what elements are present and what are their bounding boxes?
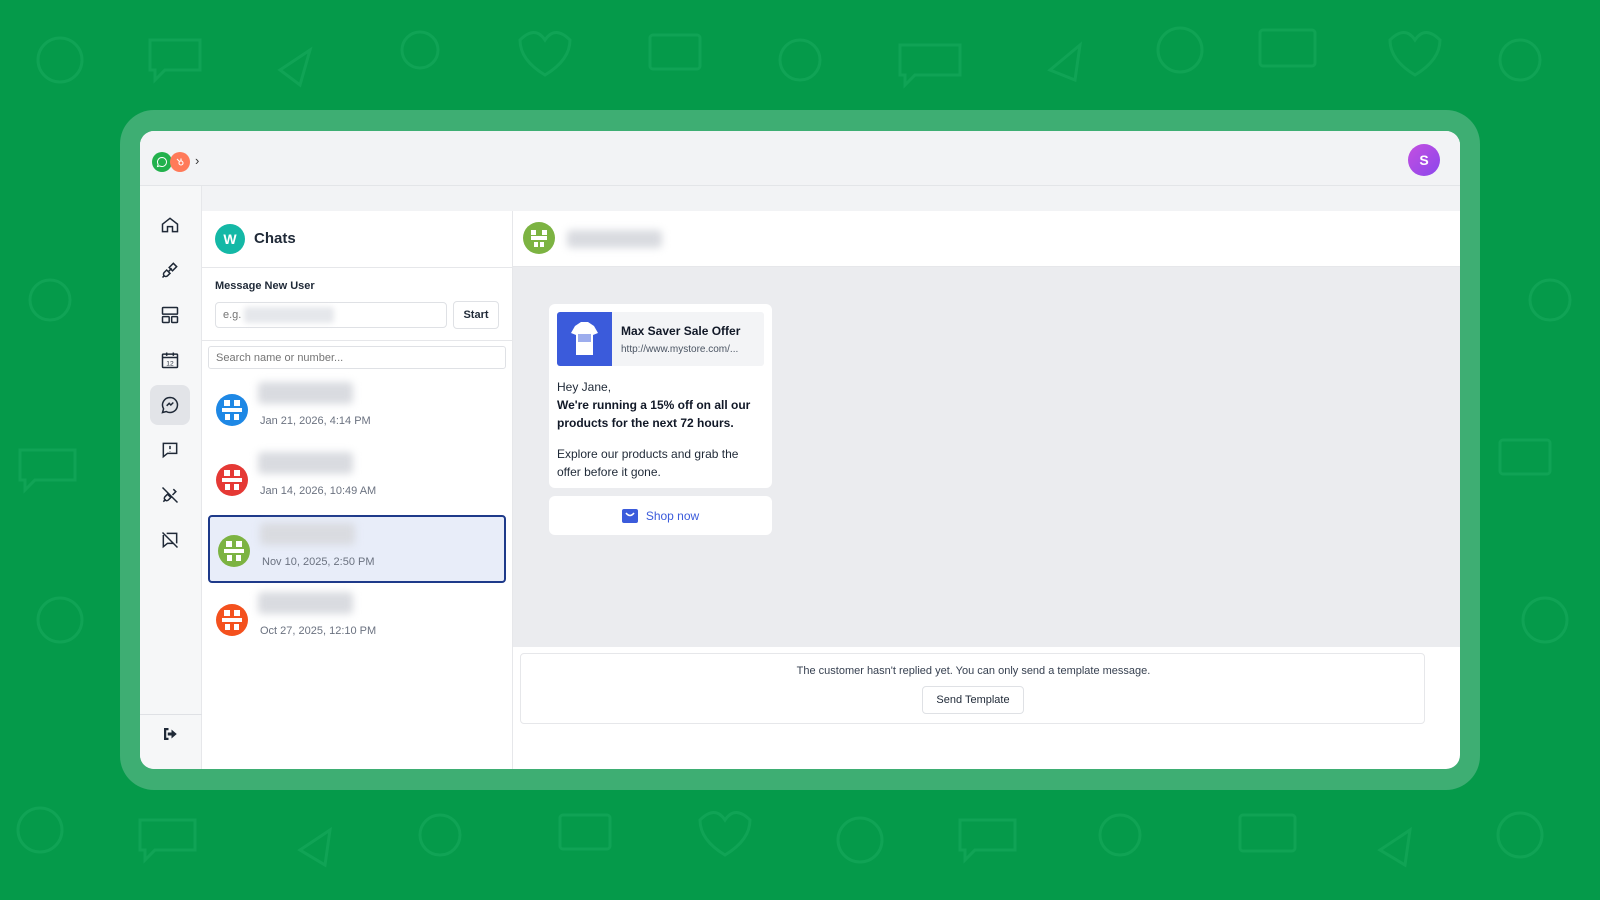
send-template-button[interactable]: Send Template [922, 686, 1024, 714]
expand-chevron-icon[interactable]: › [195, 153, 199, 168]
sidebar-item-logout[interactable] [150, 714, 190, 754]
user-avatar[interactable]: S [1408, 144, 1440, 176]
chat-list-item[interactable]: Nov 10, 2025, 2:50 PM [208, 515, 506, 583]
account-badge: W [215, 224, 245, 254]
sidebar-item-disconnect[interactable] [150, 475, 190, 515]
home-icon [161, 217, 179, 233]
preview-title: Max Saver Sale Offer [621, 324, 741, 338]
chat-timestamp: Jan 14, 2026, 10:49 AM [260, 485, 377, 497]
chats-title: Chats [254, 230, 296, 247]
chats-header: W Chats [202, 211, 513, 268]
message-bold-line-2: products for the next 72 hours. [557, 416, 734, 430]
sidebar-item-home[interactable] [150, 205, 190, 245]
contact-avatar [218, 535, 250, 567]
contact-name [567, 230, 662, 248]
alert-message-icon [162, 442, 178, 459]
sidebar-item-integrations[interactable] [150, 250, 190, 290]
message-off-icon [161, 531, 179, 549]
disconnect-icon [161, 486, 179, 504]
product-image [557, 312, 612, 366]
message-body-line-1: Explore our products and grab the [557, 447, 739, 461]
contact-name [258, 382, 353, 404]
hubspot-icon [170, 152, 190, 172]
chat-timestamp: Oct 27, 2025, 12:10 PM [260, 625, 377, 637]
sidebar: 12 [140, 186, 202, 769]
message-greeting: Hey Jane, [557, 380, 612, 394]
conversation-area: Max Saver Sale Offer http://www.mystore.… [513, 267, 1460, 647]
plug-icon [161, 262, 178, 279]
divider [202, 340, 513, 341]
chat-list-item[interactable]: Jan 21, 2026, 4:14 PM [208, 376, 506, 444]
calendar-icon: 12 [161, 352, 179, 369]
shop-now-button[interactable]: Shop now [549, 496, 772, 535]
contact-avatar [216, 464, 248, 496]
template-message: Max Saver Sale Offer http://www.mystore.… [549, 304, 772, 488]
start-button[interactable]: Start [453, 301, 499, 329]
contact-avatar [216, 394, 248, 426]
chat-list-item[interactable]: Oct 27, 2025, 12:10 PM [208, 586, 506, 654]
whatsapp-icon [152, 152, 172, 172]
app-window: › S 12 W Chats Message New User e.g. Sta… [140, 131, 1460, 769]
sidebar-item-chats[interactable] [150, 385, 190, 425]
svg-text:12: 12 [166, 360, 174, 367]
message-bold-line-1: We're running a 15% off on all our [557, 398, 751, 412]
chat-icon [161, 396, 179, 414]
chat-timestamp: Nov 10, 2025, 2:50 PM [262, 556, 375, 568]
new-user-label: Message New User [215, 280, 315, 292]
contact-avatar [523, 222, 555, 254]
logout-icon [164, 728, 177, 740]
contact-name [258, 592, 353, 614]
template-only-notice: The customer hasn't replied yet. You can… [796, 665, 1151, 677]
chats-panel: W Chats Message New User Start Jan 21, 2… [202, 211, 513, 769]
content-gap [202, 186, 1460, 211]
contact-avatar [216, 604, 248, 636]
message-body-line-2: offer before it gone. [557, 465, 661, 479]
shopping-bag-icon [621, 508, 638, 523]
sidebar-item-alerts[interactable] [150, 430, 190, 470]
preview-url: http://www.mystore.com/... [621, 344, 739, 355]
sidebar-item-templates[interactable] [150, 295, 190, 335]
top-bar: › S [140, 131, 1460, 186]
link-preview[interactable]: Max Saver Sale Offer http://www.mystore.… [557, 312, 764, 366]
placeholder-blur [244, 307, 334, 323]
reply-footer: The customer hasn't replied yet. You can… [520, 653, 1425, 724]
shop-now-label: Shop now [645, 508, 700, 523]
conversation-header [513, 211, 1460, 267]
templates-icon [161, 306, 179, 324]
contact-name [260, 523, 355, 545]
chat-list-item[interactable]: Jan 14, 2026, 10:49 AM [208, 446, 506, 514]
contact-name [258, 452, 353, 474]
chat-timestamp: Jan 21, 2026, 4:14 PM [260, 415, 371, 427]
sidebar-item-muted[interactable] [150, 520, 190, 560]
sidebar-item-calendar[interactable]: 12 [150, 340, 190, 380]
search-input[interactable] [208, 346, 506, 369]
